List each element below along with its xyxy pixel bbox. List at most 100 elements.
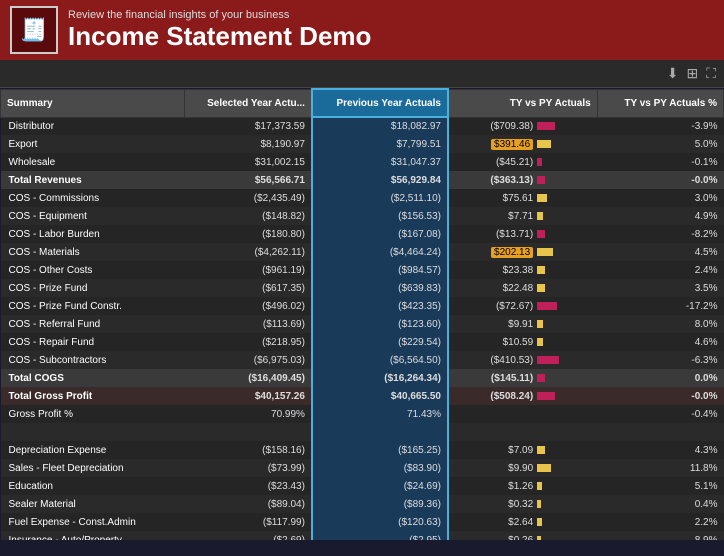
row-ty-vs-py: $391.46 xyxy=(448,135,597,153)
ty-py-value: $7.09 xyxy=(508,445,533,456)
row-selected: $56,566.71 xyxy=(184,171,312,189)
row-ty-vs-py: $202.13 xyxy=(448,243,597,261)
table-row: Distributor$17,373.59$18,082.97 ($709.38)… xyxy=(1,117,724,135)
table-row: Education($23.43)($24.69)$1.265.1% xyxy=(1,477,724,495)
table-row xyxy=(1,423,724,441)
row-previous: ($984.57) xyxy=(312,261,448,279)
row-name: Distributor xyxy=(1,117,185,135)
table-row: Total COGS($16,409.45)($16,264.34)($145.… xyxy=(1,369,724,387)
table-row: Insurance - Auto/Property($2.69)($2.95)$… xyxy=(1,531,724,540)
table-body: Distributor$17,373.59$18,082.97 ($709.38)… xyxy=(1,117,724,540)
row-previous: $56,929.84 xyxy=(312,171,448,189)
row-previous: ($156.53) xyxy=(312,207,448,225)
row-name: Depreciation Expense xyxy=(1,441,185,459)
row-previous: ($6,564.50) xyxy=(312,351,448,369)
row-ty-vs-py-pct: -0.0% xyxy=(597,171,723,189)
header-title: Income Statement Demo xyxy=(68,21,371,52)
row-ty-vs-py: $9.90 xyxy=(448,459,597,477)
row-ty-vs-py-pct: 8.0% xyxy=(597,315,723,333)
table-row: COS - Repair Fund($218.95)($229.54)$10.5… xyxy=(1,333,724,351)
row-name: Total Revenues xyxy=(1,171,185,189)
row-ty-vs-py: $0.32 xyxy=(448,495,597,513)
table-row: COS - Labor Burden($180.80)($167.08)($13… xyxy=(1,225,724,243)
col-header-previous: Previous Year Actuals xyxy=(312,89,448,117)
table-row: Wholesale$31,002.15$31,047.37($45.21)-0.… xyxy=(1,153,724,171)
expand-icon[interactable]: ⛶ xyxy=(706,65,716,82)
row-previous: $40,665.50 xyxy=(312,387,448,405)
row-name: COS - Commissions xyxy=(1,189,185,207)
highlighted-value: $391.46 xyxy=(491,139,533,150)
row-selected: ($16,409.45) xyxy=(184,369,312,387)
ty-py-value: ($363.13) xyxy=(490,175,533,186)
row-name: COS - Repair Fund xyxy=(1,333,185,351)
row-selected: ($218.95) xyxy=(184,333,312,351)
row-previous: ($83.90) xyxy=(312,459,448,477)
row-ty-vs-py: $23.38 xyxy=(448,261,597,279)
row-previous: ($639.83) xyxy=(312,279,448,297)
ty-py-value: $23.38 xyxy=(503,265,534,276)
row-name: COS - Prize Fund xyxy=(1,279,185,297)
table-row: Total Revenues$56,566.71$56,929.84 ($363.… xyxy=(1,171,724,189)
row-ty-vs-py-pct: -0.0% xyxy=(597,387,723,405)
table-row: Export$8,190.97$7,799.51$391.465.0% xyxy=(1,135,724,153)
table-row: Total Gross Profit$40,157.26$40,665.50($… xyxy=(1,387,724,405)
row-previous: ($2,511.10) xyxy=(312,189,448,207)
col-header-ty-vs-py: TY vs PY Actuals xyxy=(448,89,597,117)
row-ty-vs-py-pct: -3.9% xyxy=(597,117,723,135)
row-ty-vs-py: $7.71 xyxy=(448,207,597,225)
app-icon: 🧾 xyxy=(10,6,58,54)
row-ty-vs-py: ($410.53) xyxy=(448,351,597,369)
row-previous: ($120.63) xyxy=(312,513,448,531)
filter-icon[interactable]: ⬇ xyxy=(667,65,679,82)
row-selected: ($180.80) xyxy=(184,225,312,243)
row-ty-vs-py-pct: 4.3% xyxy=(597,441,723,459)
row-name: COS - Labor Burden xyxy=(1,225,185,243)
row-ty-vs-py-pct: -17.2% xyxy=(597,297,723,315)
row-ty-vs-py: $10.59 xyxy=(448,333,597,351)
ty-py-value: ($709.38) xyxy=(490,121,533,132)
row-selected: ($617.35) xyxy=(184,279,312,297)
ty-py-value: ($508.24) xyxy=(490,391,533,402)
row-selected: $8,190.97 xyxy=(184,135,312,153)
funnel-icon[interactable]: ⊞ xyxy=(686,65,698,82)
row-previous: ($229.54) xyxy=(312,333,448,351)
row-ty-vs-py-pct: 0.4% xyxy=(597,495,723,513)
row-name xyxy=(1,423,185,441)
row-name: Sealer Material xyxy=(1,495,185,513)
row-ty-vs-py-pct: -0.4% xyxy=(597,405,723,423)
table-row: Fuel Expense - Const.Admin($117.99)($120… xyxy=(1,513,724,531)
app-container: 🧾 Review the financial insights of your … xyxy=(0,0,724,540)
row-selected: ($117.99) xyxy=(184,513,312,531)
row-selected: ($73.99) xyxy=(184,459,312,477)
row-name: Insurance - Auto/Property xyxy=(1,531,185,540)
toolbar: ⬇ ⊞ ⛶ xyxy=(0,60,724,88)
table-row: COS - Commissions($2,435.49)($2,511.10)$… xyxy=(1,189,724,207)
row-name: COS - Other Costs xyxy=(1,261,185,279)
col-header-name: Summary xyxy=(1,89,185,117)
row-selected: $17,373.59 xyxy=(184,117,312,135)
row-ty-vs-py: $22.48 xyxy=(448,279,597,297)
row-ty-vs-py: $9.91 xyxy=(448,315,597,333)
row-name: COS - Materials xyxy=(1,243,185,261)
row-previous: $7,799.51 xyxy=(312,135,448,153)
row-name: Total COGS xyxy=(1,369,185,387)
row-ty-vs-py-pct: 4.5% xyxy=(597,243,723,261)
row-previous: ($123.60) xyxy=(312,315,448,333)
row-selected: ($2,435.49) xyxy=(184,189,312,207)
row-selected: 70.99% xyxy=(184,405,312,423)
row-selected: ($113.69) xyxy=(184,315,312,333)
ty-py-value: ($410.53) xyxy=(490,355,533,366)
row-ty-vs-py-pct: 2.4% xyxy=(597,261,723,279)
row-previous: ($423.35) xyxy=(312,297,448,315)
header-subtitle: Review the financial insights of your bu… xyxy=(68,9,371,21)
row-name: Sales - Fleet Depreciation xyxy=(1,459,185,477)
ty-py-value: $9.91 xyxy=(508,319,533,330)
row-previous: $18,082.97 xyxy=(312,117,448,135)
row-previous: ($24.69) xyxy=(312,477,448,495)
ty-py-value: ($45.21) xyxy=(496,157,533,168)
row-previous: ($89.36) xyxy=(312,495,448,513)
row-ty-vs-py-pct: 3.5% xyxy=(597,279,723,297)
table-row: COS - Materials($4,262.11)($4,464.24)$20… xyxy=(1,243,724,261)
table-row: COS - Referral Fund($113.69)($123.60)$9.… xyxy=(1,315,724,333)
row-ty-vs-py: $75.61 xyxy=(448,189,597,207)
